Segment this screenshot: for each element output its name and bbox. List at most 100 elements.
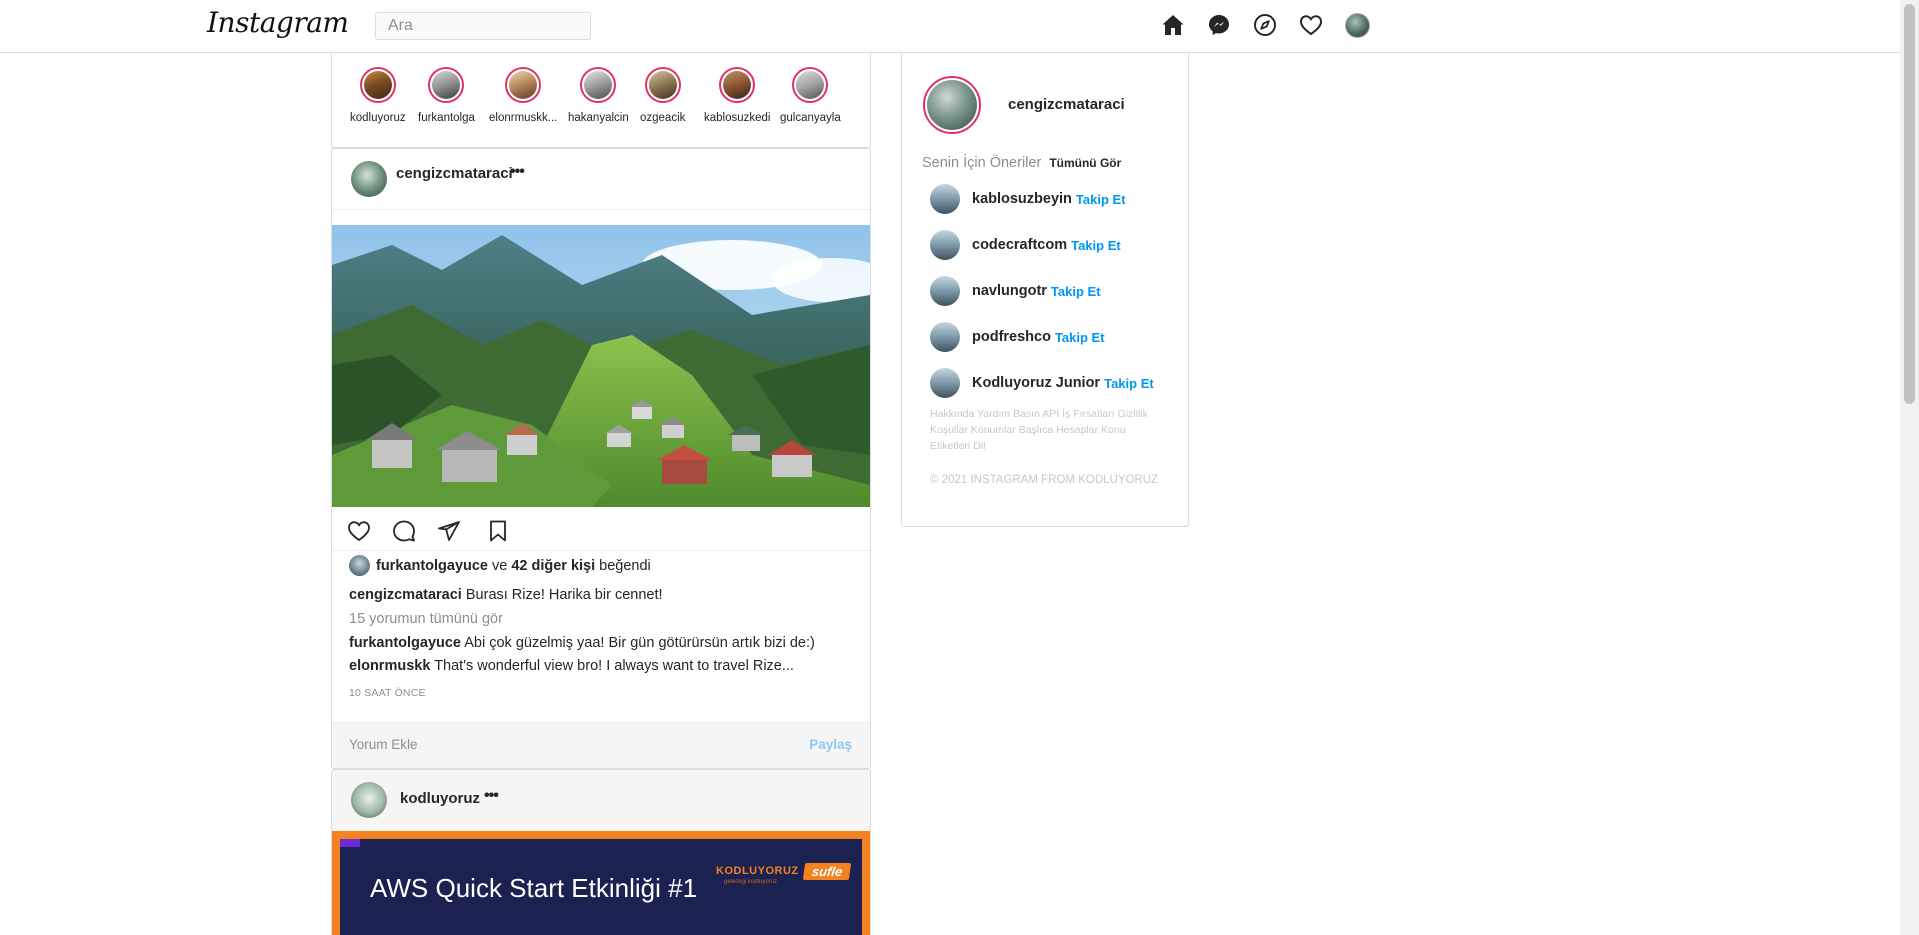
story-username: elonrmuskk... xyxy=(489,112,558,124)
home-icon[interactable] xyxy=(1160,12,1186,38)
likes-connector: ve xyxy=(492,557,508,574)
feed-post: cengizcmataraci ••• furkantolgayuce ve 4… xyxy=(331,148,871,769)
footer-link[interactable]: İş Fırsatları xyxy=(1062,408,1117,420)
footer-link[interactable]: Koşullar xyxy=(930,424,971,436)
like-heart-icon[interactable] xyxy=(345,517,373,545)
story-username: hakanyalcin xyxy=(568,112,629,124)
footer-link[interactable]: Dil xyxy=(973,440,985,452)
explore-compass-icon[interactable] xyxy=(1252,12,1278,38)
comment-username[interactable]: furkantolgayuce xyxy=(349,635,461,651)
post-username[interactable]: cengizcmataraci xyxy=(396,165,513,182)
story-item[interactable]: elonrmuskk... xyxy=(489,67,557,124)
stories-bar: kodluyoruz furkantolga elonrmuskk... hak… xyxy=(331,53,871,148)
sufle-logo: sufle xyxy=(802,863,852,880)
post-caption: cengizcmataraci Burası Rize! Harika bir … xyxy=(349,587,663,603)
story-item[interactable]: furkantolga xyxy=(418,67,475,124)
suggestions-header: Senin İçin Öneriler Tümünü Gör xyxy=(922,155,1121,171)
comment-username[interactable]: elonrmuskk xyxy=(349,658,430,674)
footer-link[interactable]: Yardım xyxy=(977,408,1013,420)
post-header: kodluyoruz ••• xyxy=(332,770,870,831)
suggestion-item: navlungotr Takip Et xyxy=(930,276,1101,306)
nav-icons xyxy=(1160,12,1370,38)
copyright-text: © 2021 INSTAGRAM FROM KODLUYORUZ xyxy=(930,474,1159,486)
sidebar-profile-avatar[interactable] xyxy=(923,76,981,134)
comment-item: elonrmuskk That's wonderful view bro! I … xyxy=(349,658,794,674)
suggestion-avatar[interactable] xyxy=(930,276,960,306)
likes-others[interactable]: 42 diğer kişi xyxy=(511,558,595,574)
story-username: kablosuzkedi xyxy=(704,112,771,124)
suggestion-username[interactable]: navlungotr xyxy=(972,283,1047,299)
kodluyoruz-tagline: gelecegi kodluyoruz xyxy=(724,879,778,885)
suggestion-item: kablosuzbeyin Takip Et xyxy=(930,184,1126,214)
suggestions-title: Senin İçin Öneriler xyxy=(922,155,1042,171)
suggestion-avatar[interactable] xyxy=(930,230,960,260)
caption-text: Burası Rize! Harika bir cennet! xyxy=(465,587,663,603)
see-all-link[interactable]: Tümünü Gör xyxy=(1049,156,1121,170)
comment-text: Abi çok güzelmiş yaa! Bir gün götürürsün… xyxy=(464,635,815,651)
likes-suffix: beğendi xyxy=(599,557,651,574)
feed-post: kodluyoruz ••• AWS Quick Start Etkinliği… xyxy=(331,769,871,935)
story-item[interactable]: kodluyoruz xyxy=(350,67,406,124)
post-actions xyxy=(332,511,870,551)
post-avatar[interactable] xyxy=(351,782,387,818)
messenger-icon[interactable] xyxy=(1206,12,1232,38)
caption-username[interactable]: cengizcmataraci xyxy=(349,587,462,603)
suggestion-username[interactable]: podfreshco xyxy=(972,329,1051,345)
more-options-icon[interactable]: ••• xyxy=(484,787,499,805)
footer-link[interactable]: API xyxy=(1042,408,1062,420)
story-username: kodluyoruz xyxy=(350,112,406,124)
profile-avatar[interactable] xyxy=(1344,12,1370,38)
activity-heart-icon[interactable] xyxy=(1298,12,1324,38)
post-photo[interactable] xyxy=(332,225,870,507)
post-photo[interactable]: AWS Quick Start Etkinliği #1 KODLUYORUZ … xyxy=(332,831,870,935)
comment-item: furkantolgayuce Abi çok güzelmiş yaa! Bi… xyxy=(349,635,815,651)
suggestion-avatar[interactable] xyxy=(930,368,960,398)
scrollbar-thumb[interactable] xyxy=(1904,4,1915,404)
story-username: furkantolga xyxy=(418,112,475,124)
instagram-logo[interactable]: Instagram xyxy=(207,6,349,39)
post-timestamp: 10 SAAT ÖNCE xyxy=(349,687,426,699)
suggestion-avatar[interactable] xyxy=(930,322,960,352)
post-avatar[interactable] xyxy=(351,161,387,197)
suggestion-item: Kodluyoruz Junior Takip Et xyxy=(930,368,1154,398)
view-all-comments-link[interactable]: 15 yorumun tümünü gör xyxy=(349,611,503,627)
add-comment-input[interactable] xyxy=(349,737,749,752)
story-item[interactable]: gulcanyayla xyxy=(780,67,841,124)
footer-links: Hakkında Yardım Basın API İş Fırsatları … xyxy=(930,406,1162,454)
kodluyoruz-logo: KODLUYORUZ xyxy=(716,865,799,877)
footer-link[interactable]: Konumlar xyxy=(971,424,1019,436)
more-options-icon[interactable]: ••• xyxy=(510,163,525,181)
sidebar-username[interactable]: cengizcmataraci xyxy=(1008,96,1125,113)
suggestion-avatar[interactable] xyxy=(930,184,960,214)
follow-button[interactable]: Takip Et xyxy=(1076,192,1126,207)
bookmark-icon[interactable] xyxy=(484,517,512,545)
comment-icon[interactable] xyxy=(390,517,418,545)
story-username: ozgeacik xyxy=(640,112,686,124)
follow-button[interactable]: Takip Et xyxy=(1104,376,1154,391)
story-item[interactable]: ozgeacik xyxy=(640,67,685,124)
liker-avatar[interactable] xyxy=(349,555,370,576)
footer-link[interactable]: Başlıca Hesaplar xyxy=(1019,424,1101,436)
post-comment-button[interactable]: Paylaş xyxy=(809,737,852,752)
suggestion-username[interactable]: Kodluyoruz Junior xyxy=(972,375,1100,391)
follow-button[interactable]: Takip Et xyxy=(1051,284,1101,299)
right-sidebar: cengizcmataraci Senin İçin Öneriler Tümü… xyxy=(901,53,1189,527)
search-input[interactable] xyxy=(375,12,591,40)
footer-link[interactable]: Gizlilik xyxy=(1118,408,1148,420)
post-username[interactable]: kodluyoruz xyxy=(400,790,480,807)
footer-link[interactable]: Basın xyxy=(1013,408,1042,420)
suggestion-item: podfreshco Takip Et xyxy=(930,322,1105,352)
post-header: cengizcmataraci ••• xyxy=(332,149,870,210)
follow-button[interactable]: Takip Et xyxy=(1071,238,1121,253)
top-navigation-bar: Instagram xyxy=(0,0,1900,53)
suggestion-username[interactable]: codecraftcom xyxy=(972,237,1067,253)
footer-link[interactable]: Hakkında xyxy=(930,408,977,420)
suggestion-username[interactable]: kablosuzbeyin xyxy=(972,191,1072,207)
page-scrollbar[interactable] xyxy=(1900,0,1919,935)
share-paper-plane-icon[interactable] xyxy=(435,517,463,545)
follow-button[interactable]: Takip Et xyxy=(1055,330,1105,345)
liker-username[interactable]: furkantolgayuce xyxy=(376,558,488,574)
suggestion-item: codecraftcom Takip Et xyxy=(930,230,1121,260)
story-item[interactable]: hakanyalcin xyxy=(568,67,629,124)
story-item[interactable]: kablosuzkedi xyxy=(704,67,770,124)
